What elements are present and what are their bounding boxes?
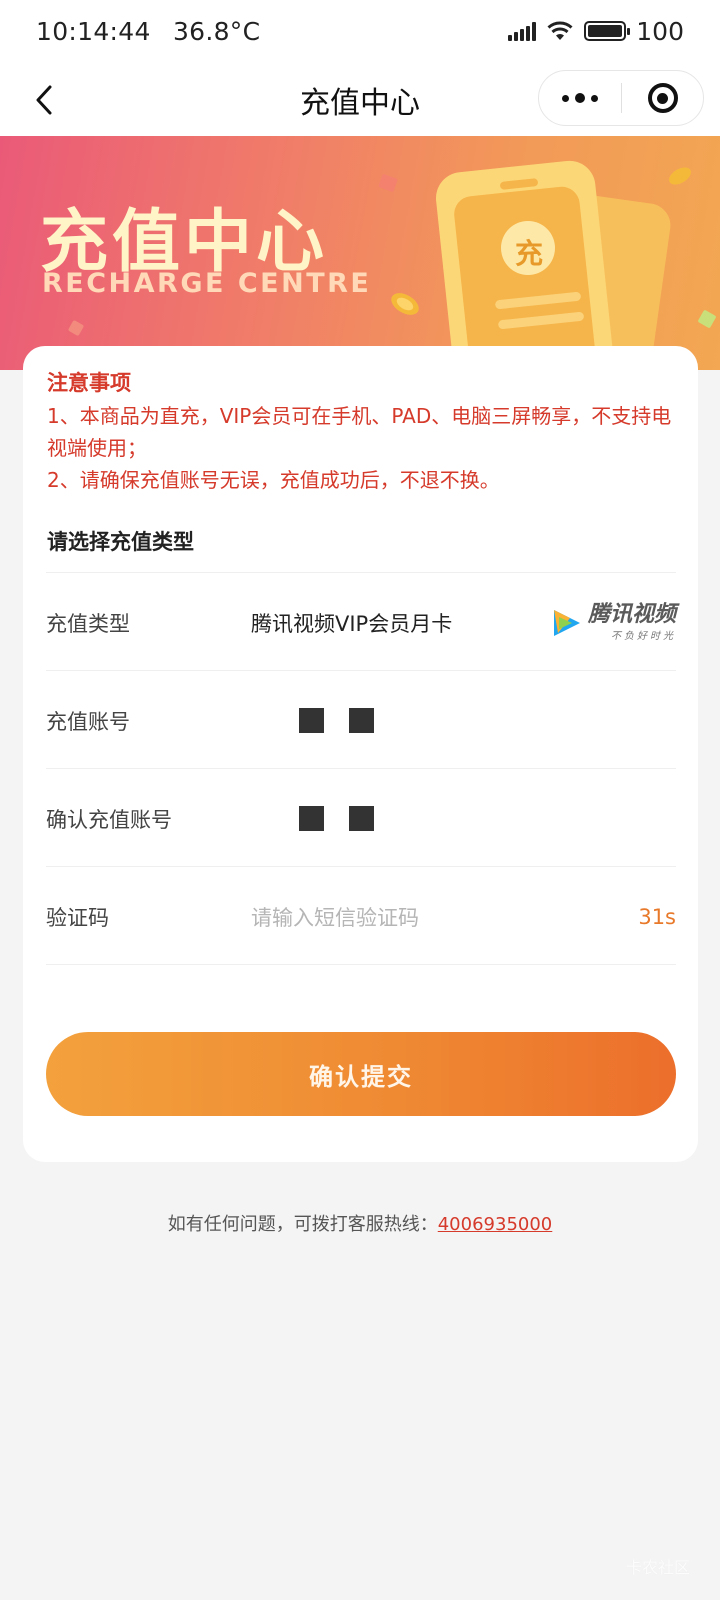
dot-icon [562, 94, 569, 102]
redacted-account [251, 708, 676, 733]
banner-subtitle: RECHARGE CENTRE [42, 268, 372, 299]
verification-code-row[interactable]: 验证码 请输入短信验证码 31s [46, 866, 676, 966]
redacted-account [251, 806, 676, 831]
recharge-type-row[interactable]: 充值类型 腾讯视频VIP会员月卡 腾讯视频 不负好时光 [46, 572, 676, 672]
dot-icon [591, 94, 598, 102]
status-right: 100 [508, 17, 684, 46]
recharge-type-label: 充值类型 [46, 611, 130, 636]
banner: 充值中心 RECHARGE CENTRE 充 [0, 136, 720, 370]
submit-button[interactable]: 确认提交 [46, 1032, 676, 1116]
confirm-account-label: 确认充值账号 [46, 807, 172, 832]
battery-icon [584, 21, 631, 41]
status-temperature: 36.8°C [172, 16, 261, 46]
mini-program-capsule [538, 70, 704, 126]
notice-heading: 注意事项 [47, 371, 131, 395]
watermark: 卡农社区 [625, 1558, 690, 1577]
tencent-video-logo: 腾讯视频 不负好时光 [550, 603, 676, 642]
banner-badge: 充 [514, 237, 543, 270]
row-divider [46, 964, 676, 965]
dot-icon [575, 93, 585, 103]
tencent-video-name: 腾讯视频 [587, 602, 676, 627]
notice-line-2: 2、请确保充值账号无误，充值成功后，不退不换。 [47, 468, 500, 492]
account-label: 充值账号 [46, 709, 130, 734]
recharge-card: 注意事项 1、本商品为直充，VIP会员可在手机、PAD、电脑三屏畅享，不支持电视… [23, 346, 698, 1162]
tencent-video-slogan: 不负好时光 [611, 631, 676, 642]
verification-code-input[interactable]: 请输入短信验证码 [251, 902, 638, 932]
notice-line-1: 1、本商品为直充，VIP会员可在手机、PAD、电脑三屏畅享，不支持电视端使用； [47, 404, 672, 460]
account-input[interactable] [251, 708, 676, 733]
verification-code-label: 验证码 [46, 905, 109, 930]
status-bar: 10:14:44 36.8°C 100 [0, 0, 720, 62]
tencent-video-icon [553, 609, 580, 636]
account-row[interactable]: 充值账号 [46, 670, 676, 770]
hotline-link[interactable]: 4006935000 [438, 1214, 553, 1235]
more-button[interactable] [539, 93, 621, 103]
notice-block: 注意事项 1、本商品为直充，VIP会员可在手机、PAD、电脑三屏畅享，不支持电视… [47, 366, 677, 496]
target-icon [647, 83, 678, 113]
sms-countdown[interactable]: 31s [638, 905, 676, 929]
footer-hotline: 如有任何问题，可拨打客服热线：4006935000 [0, 1210, 720, 1236]
confirm-account-row[interactable]: 确认充值账号 [46, 768, 676, 868]
status-time: 10:14:44 [36, 16, 151, 46]
footer-text: 如有任何问题，可拨打客服热线： [167, 1214, 438, 1235]
status-left: 10:14:44 36.8°C [36, 17, 274, 46]
confirm-account-input[interactable] [251, 806, 676, 831]
section-title: 请选择充值类型 [47, 530, 194, 554]
nav-bar: 充值中心 [0, 62, 720, 136]
close-mini-program-button[interactable] [622, 83, 703, 113]
recharge-type-value: 腾讯视频VIP会员月卡 [251, 611, 453, 636]
battery-level: 100 [636, 16, 684, 46]
signal-icon [508, 21, 537, 41]
wifi-icon [547, 21, 573, 40]
